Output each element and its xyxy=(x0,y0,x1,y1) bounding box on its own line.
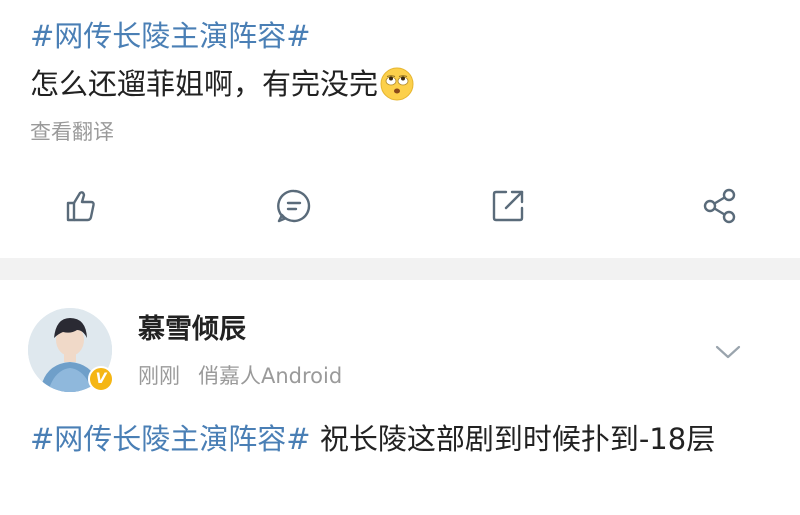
verified-badge: V xyxy=(88,366,114,392)
username[interactable]: 慕雪倾辰 xyxy=(138,312,246,348)
translate-link[interactable]: 查看翻译 xyxy=(30,118,114,146)
post-card-2: V 慕雪倾辰 刚刚 俏嘉人Android #网传长陵主演阵容# 祝长陵这部剧到时候… xyxy=(0,280,800,515)
post-meta: 刚刚 俏嘉人Android xyxy=(138,362,360,390)
section-divider xyxy=(0,258,800,280)
repost-button[interactable] xyxy=(486,184,530,228)
post-time: 刚刚 xyxy=(138,364,180,388)
more-options-button[interactable] xyxy=(708,332,748,372)
repost-icon xyxy=(492,190,524,222)
chevron-down-icon xyxy=(715,345,741,359)
share-icon xyxy=(703,188,736,224)
post-text-body: 怎么还遛菲姐啊，有完没完 xyxy=(30,67,379,101)
post-device: 俏嘉人Android xyxy=(198,364,343,388)
post-hashtag[interactable]: #网传长陵主演阵容# xyxy=(30,422,311,456)
comment-icon xyxy=(277,189,311,223)
share-button[interactable] xyxy=(698,184,742,228)
post-text-body: 祝长陵这部剧到时候扑到-18层 xyxy=(310,422,716,456)
rolling-eyes-emoji-icon xyxy=(380,67,414,101)
like-button[interactable] xyxy=(58,184,102,228)
post-hashtag[interactable]: #网传长陵主演阵容# xyxy=(30,16,311,56)
comment-button[interactable] xyxy=(272,184,316,228)
post-text: 怎么还遛菲姐啊，有完没完 xyxy=(30,64,414,104)
post-card-1: #网传长陵主演阵容# 怎么还遛菲姐啊，有完没完 查看翻译 xyxy=(0,0,800,258)
like-icon xyxy=(66,191,95,222)
post-text: #网传长陵主演阵容# 祝长陵这部剧到时候扑到-18层 xyxy=(30,416,780,462)
action-bar xyxy=(0,176,800,236)
